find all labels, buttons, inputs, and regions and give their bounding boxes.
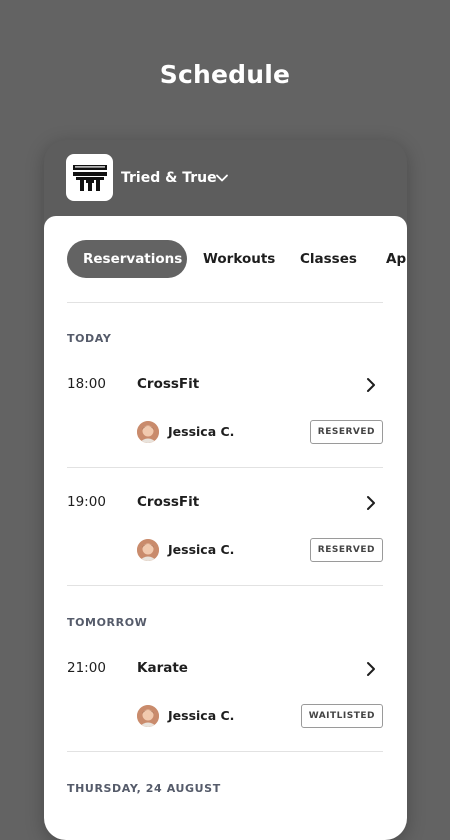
reservation-class: CrossFit	[137, 376, 200, 392]
crossfit-tnt-logo-icon	[72, 164, 107, 191]
reservation-time: 19:00	[67, 494, 106, 510]
section-label-thursday: THURSDAY, 24 AUGUST	[67, 782, 221, 795]
status-badge: WAITLISTED	[300, 704, 383, 728]
tab-bar: Reservations Workouts Classes App	[67, 240, 407, 278]
reservation-person: Jessica C.	[168, 708, 235, 723]
divider	[67, 302, 383, 303]
reservations-panel: Reservations Workouts Classes App TODAY …	[44, 216, 407, 840]
reservation-class: CrossFit	[137, 494, 200, 510]
chevron-right-icon[interactable]	[365, 661, 377, 677]
reservation-time: 18:00	[67, 376, 106, 392]
user-avatar-icon	[137, 705, 159, 727]
reservation-time: 21:00	[67, 660, 106, 676]
section-label-tomorrow: TOMORROW	[67, 616, 148, 629]
chevron-right-icon[interactable]	[365, 377, 377, 393]
user-avatar-icon	[137, 539, 159, 561]
section-label-today: TODAY	[67, 332, 112, 345]
reservation-class: Karate	[137, 660, 188, 676]
tab-classes[interactable]: Classes	[300, 240, 357, 278]
status-badge: RESERVED	[309, 538, 383, 562]
gym-logo	[66, 154, 113, 201]
divider	[67, 751, 383, 752]
avatar	[137, 705, 159, 727]
avatar	[137, 421, 159, 443]
divider	[67, 467, 383, 468]
tab-reservations[interactable]: Reservations	[67, 240, 187, 278]
app-frame: Tried & True Reservations Workouts Class…	[44, 140, 407, 840]
user-avatar-icon	[137, 421, 159, 443]
chevron-right-icon[interactable]	[365, 495, 377, 511]
avatar	[137, 539, 159, 561]
page-title: Schedule	[159, 60, 291, 89]
status-badge: RESERVED	[309, 420, 383, 444]
chevron-down-icon	[216, 174, 228, 182]
divider	[67, 585, 383, 586]
reservation-person: Jessica C.	[168, 542, 235, 557]
reservation-person: Jessica C.	[168, 424, 235, 439]
tab-app[interactable]: App	[386, 240, 407, 278]
gym-selector[interactable]: Tried & True	[44, 140, 407, 220]
tab-workouts[interactable]: Workouts	[203, 240, 275, 278]
gym-name: Tried & True	[121, 170, 217, 186]
